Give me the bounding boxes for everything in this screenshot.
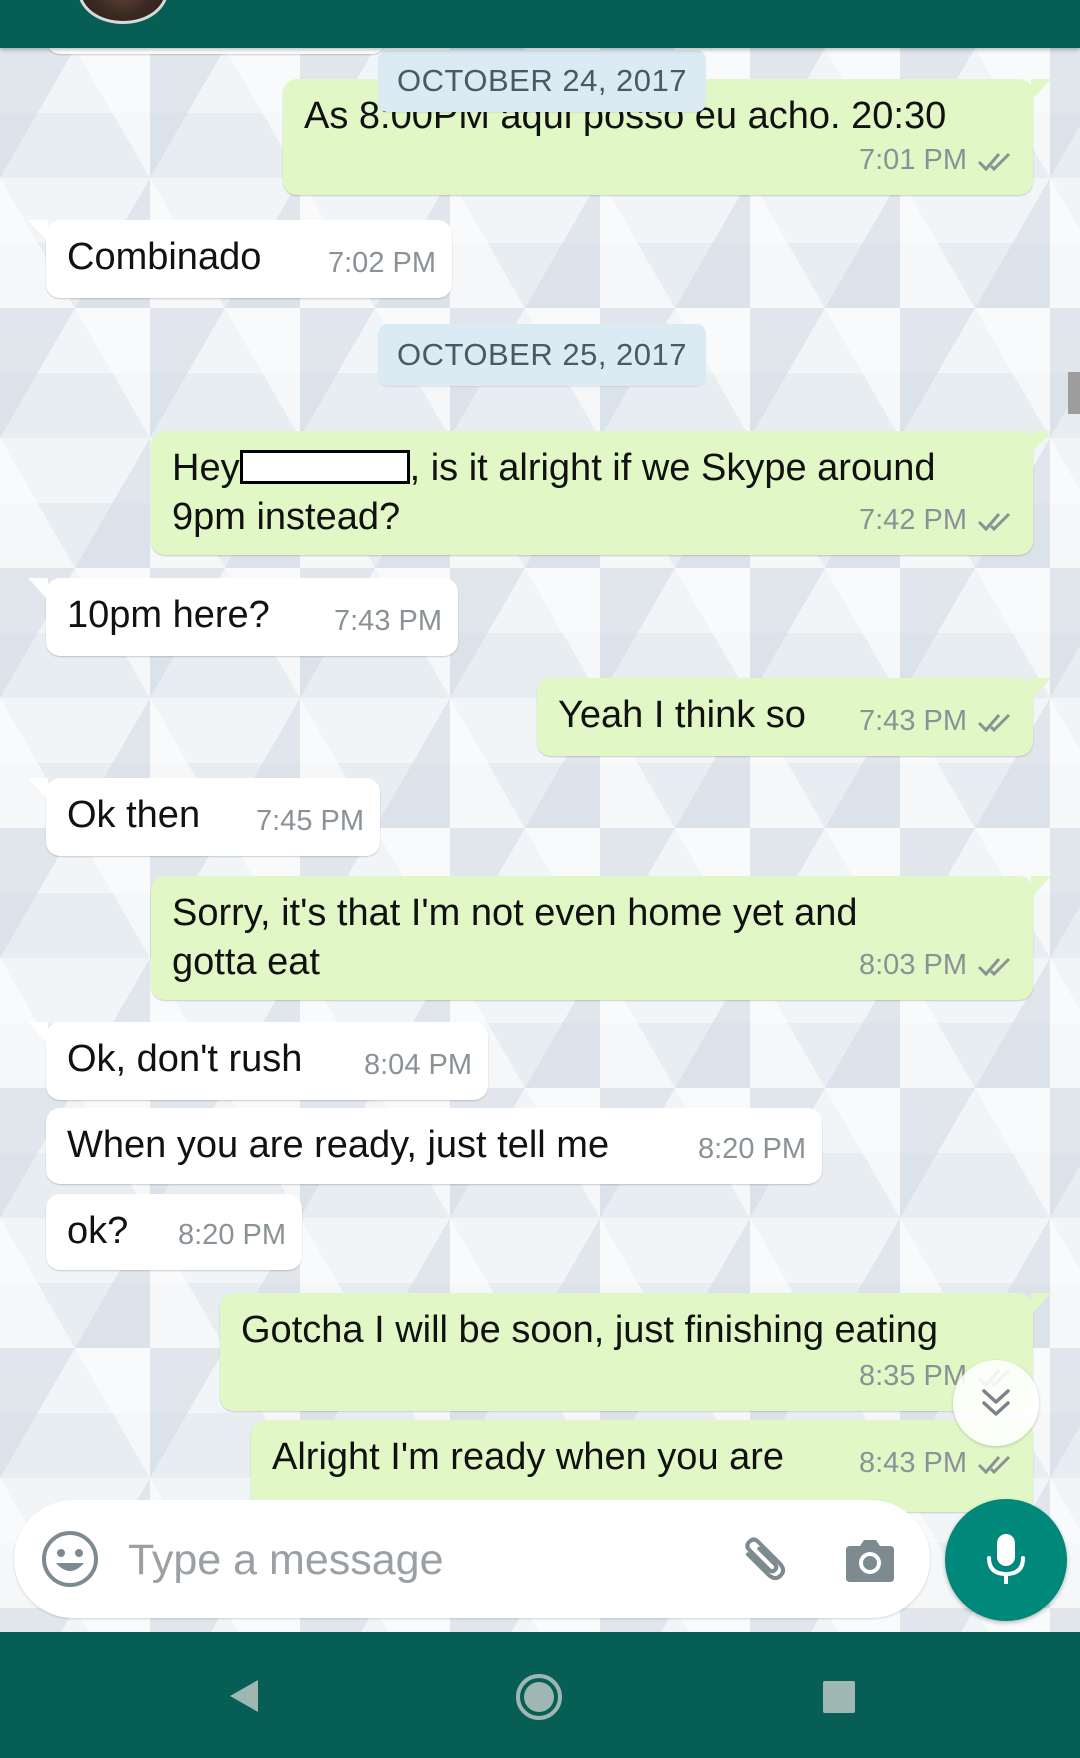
message-meta: 8:43 PM [859, 1439, 1017, 1488]
message-time: 8:04 PM [364, 1049, 472, 1081]
message-meta: 8:20 PM [698, 1125, 806, 1174]
double-chevron-down-icon [982, 1389, 1010, 1416]
message-text: Gotcha I will be soon, just finishing ea… [241, 1309, 939, 1351]
message-input[interactable] [126, 1524, 710, 1596]
message-bubble-outgoing[interactable]: Hey , is it alright if we Skype around 9p… [151, 431, 1051, 555]
message-meta: 7:42 PM [859, 496, 1017, 545]
message-text: ok? [67, 1210, 129, 1252]
emoji-icon[interactable] [40, 1529, 100, 1589]
read-ticks-icon [977, 713, 1011, 732]
read-ticks-icon [977, 957, 1011, 976]
message-time: 8:35 PM [859, 1360, 967, 1392]
paperclip-icon[interactable] [734, 1530, 796, 1590]
message-text: Hey , is it alright if we Skype around [172, 444, 936, 493]
message-meta: 7:43 PM [859, 697, 1017, 746]
message-text-line2: 9pm instead? [172, 496, 401, 538]
message-text: Ok, don't rush [67, 1038, 303, 1080]
message-bubble-outgoing[interactable]: Alright I'm ready when you are 8:43 PM [251, 1420, 1033, 1512]
message-bubble-incoming[interactable]: 10pm here? 7:43 PM [28, 578, 458, 656]
message-time: 7:42 PM [859, 504, 967, 536]
message-bubble-outgoing[interactable]: Yeah I think so 7:43 PM [537, 678, 1051, 756]
message-text: Ok then [67, 794, 201, 836]
message-text: Alright I'm ready when you are [272, 1436, 785, 1478]
camera-icon[interactable] [842, 1532, 898, 1588]
message-text: 10pm here? [67, 594, 270, 636]
message-bubble-incoming-partial [46, 48, 386, 54]
message-composer [14, 1500, 930, 1618]
message-bubble-outgoing[interactable]: Sorry, it's that I'm not even home yet a… [151, 876, 1051, 1000]
message-time: 7:43 PM [334, 605, 442, 637]
message-time: 7:02 PM [328, 247, 436, 279]
message-time: 7:01 PM [859, 144, 967, 176]
voice-record-button[interactable] [945, 1499, 1067, 1621]
message-bubble-incoming[interactable]: Combinado 7:02 PM [28, 220, 452, 298]
message-bubble-incoming[interactable]: When you are ready, just tell me 8:20 PM [46, 1108, 822, 1184]
message-meta: 8:20 PM [178, 1211, 286, 1260]
chat-header [0, 0, 1080, 48]
message-meta: 8:04 PM [364, 1041, 472, 1090]
message-time: 7:43 PM [859, 705, 967, 737]
microphone-icon [987, 1534, 1025, 1584]
read-ticks-icon [977, 152, 1011, 171]
contact-avatar[interactable] [78, 0, 168, 24]
message-text: Combinado [67, 236, 262, 278]
message-time: 8:20 PM [698, 1133, 806, 1165]
message-bubble-incoming[interactable]: Ok then 7:45 PM [28, 778, 380, 856]
message-meta: 7:02 PM [328, 239, 436, 288]
message-text-part: Hey [172, 447, 240, 489]
message-text: When you are ready, just tell me [67, 1124, 610, 1166]
home-circle-icon[interactable] [514, 1672, 564, 1722]
read-ticks-icon [977, 1455, 1011, 1474]
system-nav-bar [0, 1632, 1080, 1758]
message-text-line2: gotta eat [172, 941, 320, 983]
date-separator: OCTOBER 24, 2017 [378, 50, 707, 112]
message-time: 8:20 PM [178, 1219, 286, 1251]
message-meta: 7:45 PM [256, 797, 364, 846]
message-bubble-incoming[interactable]: ok? 8:20 PM [46, 1194, 302, 1270]
chat-area[interactable]: As 8:00PM aqui posso eu acho. 20:30 7:01… [0, 48, 1080, 1632]
message-meta: 7:43 PM [334, 597, 442, 646]
message-time: 8:03 PM [859, 949, 967, 981]
message-meta: 7:01 PM [859, 136, 1017, 185]
date-separator: OCTOBER 25, 2017 [378, 324, 707, 386]
message-time: 7:45 PM [256, 805, 364, 837]
message-bubble-incoming[interactable]: Ok, don't rush 8:04 PM [28, 1022, 488, 1100]
recents-square-icon[interactable] [822, 1680, 856, 1714]
message-bubble-outgoing[interactable]: Gotcha I will be soon, just finishing ea… [220, 1293, 1051, 1411]
message-text: Yeah I think so [558, 694, 806, 736]
message-text-part: , is it alright if we Skype around [409, 447, 936, 489]
back-triangle-icon[interactable] [224, 1676, 264, 1716]
scrollbar-thumb[interactable] [1068, 372, 1080, 414]
read-ticks-icon [977, 512, 1011, 531]
redaction-box [239, 450, 410, 484]
message-meta: 8:03 PM [859, 941, 1017, 990]
message-text: Sorry, it's that I'm not even home yet a… [172, 892, 858, 934]
scroll-to-bottom-button[interactable] [953, 1360, 1039, 1446]
message-time: 8:43 PM [859, 1447, 967, 1479]
